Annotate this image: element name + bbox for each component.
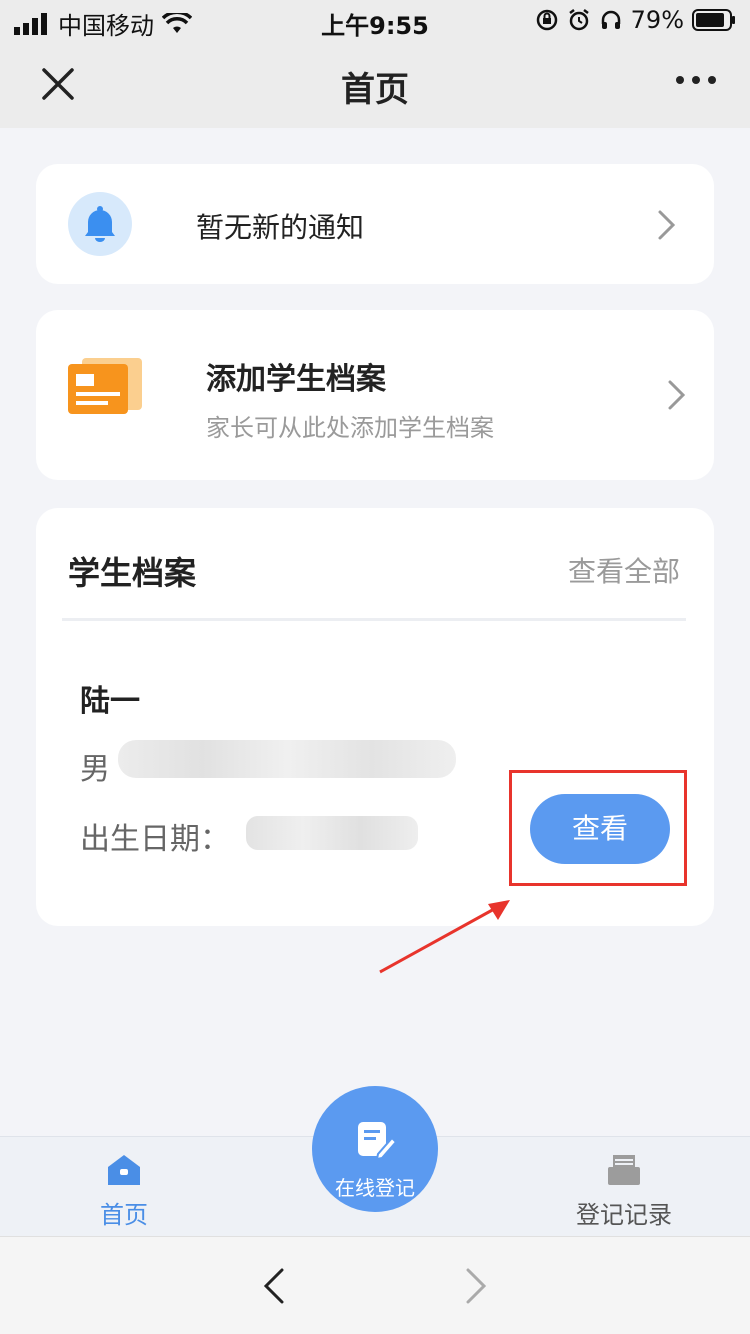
add-archive-subtitle: 家长可从此处添加学生档案 [206,414,494,442]
edit-form-icon [358,1122,396,1160]
student-gender: 男 [80,752,110,787]
status-bar: 中国移动 上午9:55 79% [0,0,750,40]
bell-icon [85,206,115,242]
rotation-lock-icon [536,9,557,31]
more-icon[interactable] [674,70,718,90]
back-arrow-icon[interactable] [262,1267,286,1305]
add-archive-title: 添加学生档案 [206,362,386,397]
online-register-button[interactable]: 在线登记 [312,1086,438,1212]
home-icon [108,1155,140,1185]
highlight-box [509,770,687,886]
status-right: 79% [535,6,736,34]
headphones-icon [601,10,620,29]
tab-records-label: 登记记录 [576,1201,672,1229]
chevron-right-icon [668,380,686,410]
annotation-arrow-icon [379,900,510,974]
tab-home[interactable]: 首页 [76,1153,172,1230]
battery-percent: 79% [630,6,684,34]
browser-bottom-bar [0,1236,750,1334]
battery-icon [692,9,735,31]
notice-card[interactable]: 暂无新的通知 [36,164,714,284]
view-all-link[interactable]: 查看全部 [568,550,680,590]
document-icon [68,358,142,414]
bell-icon-circle [68,192,132,256]
birthdate-label: 出生日期： [80,822,230,857]
archive-section-title: 学生档案 [68,554,197,592]
alarm-icon [568,9,589,31]
divider [62,618,686,621]
redacted-info [118,740,456,778]
redacted-birthdate [246,816,418,850]
forward-arrow-icon[interactable] [464,1267,488,1305]
student-name: 陆一 [80,684,140,719]
tab-home-label: 首页 [100,1201,148,1229]
notice-text: 暂无新的通知 [196,211,365,244]
chevron-right-icon [658,210,676,240]
page-title: 首页 [341,70,409,110]
tab-records[interactable]: 登记记录 [566,1153,682,1230]
add-archive-card[interactable]: 添加学生档案 家长可从此处添加学生档案 [36,310,714,480]
online-register-label: 在线登记 [335,1176,415,1200]
records-icon [608,1155,640,1185]
nav-bar: 首页 [0,40,750,128]
